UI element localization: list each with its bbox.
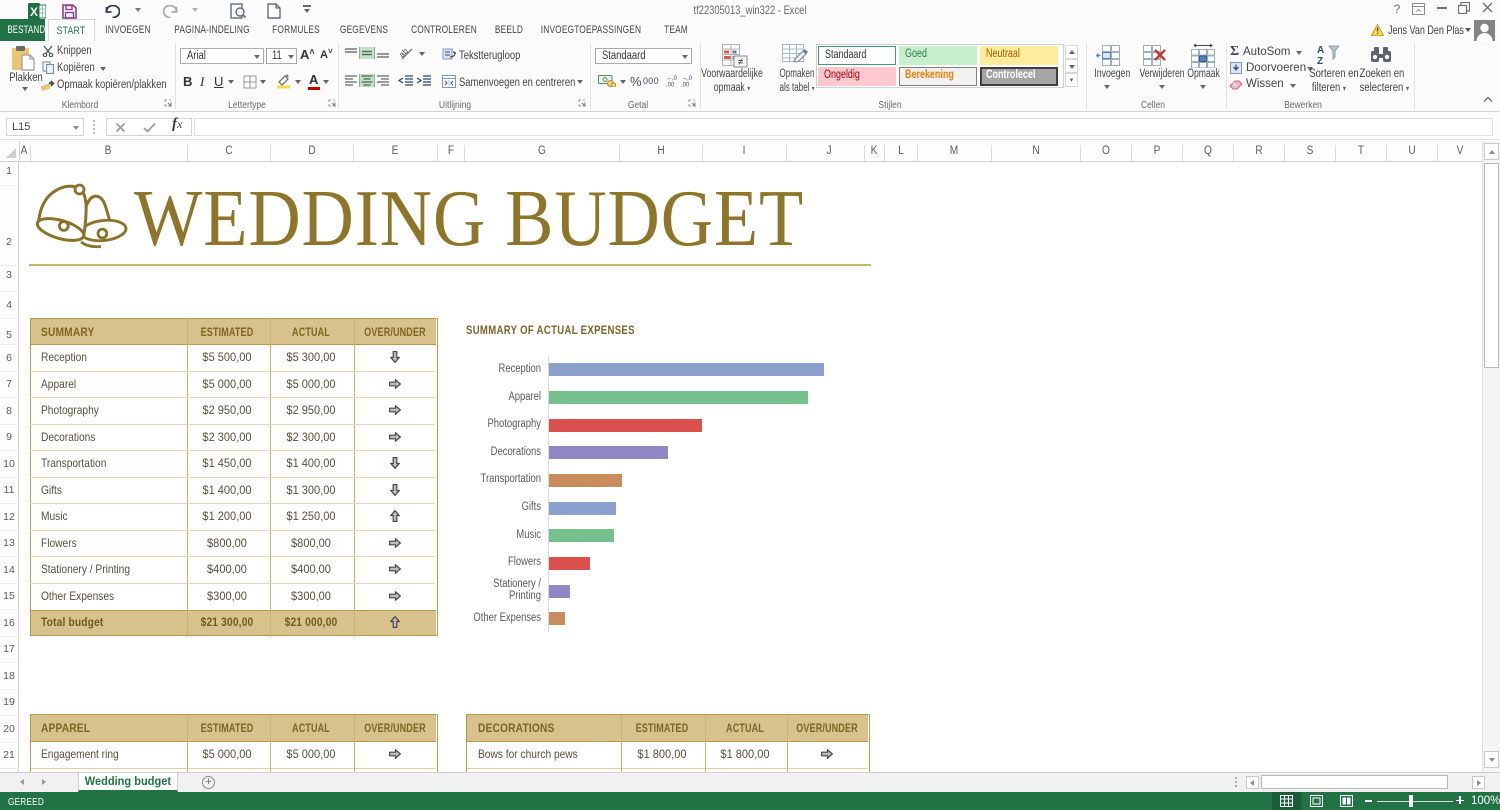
svg-text:ab: ab [400,47,410,59]
svg-text:≠: ≠ [738,57,744,68]
svg-text:,0: ,0 [672,76,678,82]
svg-text:,00: ,00 [681,83,690,88]
svg-text:,00: ,00 [666,83,675,88]
svg-text:X: X [30,5,38,19]
svg-text:Z: Z [1317,56,1323,66]
svg-text:,0: ,0 [687,76,693,82]
svg-text:A: A [1317,45,1324,56]
